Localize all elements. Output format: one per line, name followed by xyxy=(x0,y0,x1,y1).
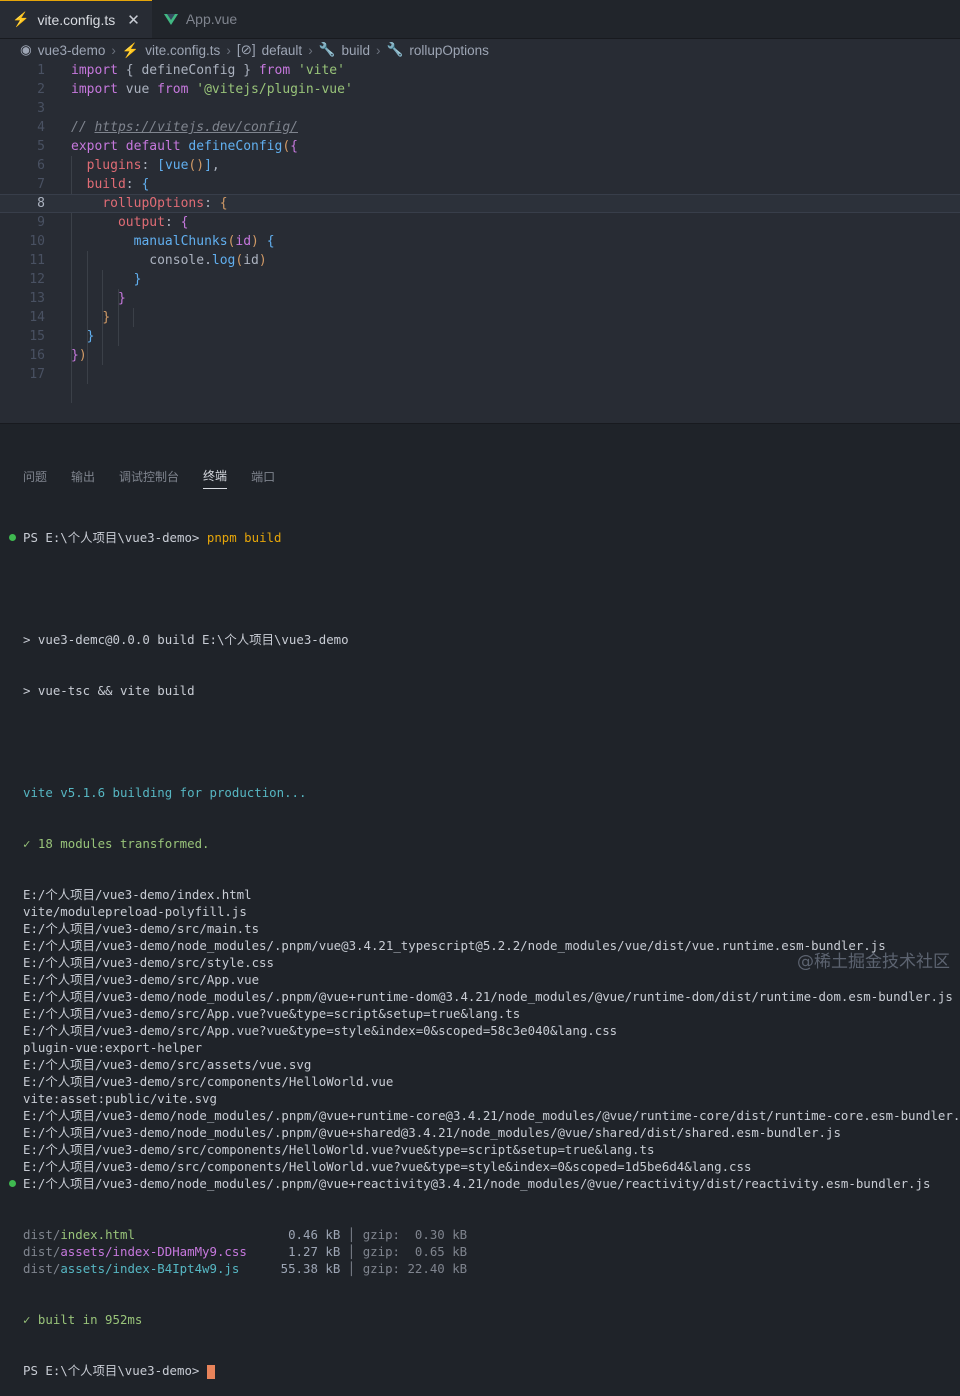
terminal-log-line: E:/个人项目/vue3-demo/node_modules/.pnpm/@vu… xyxy=(9,1175,960,1192)
vite-icon: ⚡ xyxy=(121,41,140,58)
tab-app-vue[interactable]: App.vue xyxy=(152,0,249,38)
tab-output[interactable]: 输出 xyxy=(71,464,95,489)
success-dot-icon xyxy=(9,534,16,541)
breadcrumb-item[interactable]: default xyxy=(262,43,303,58)
terminal-output[interactable]: PS E:\个人项目\vue3-demo> pnpm build > vue3-… xyxy=(0,495,960,1396)
code-line: 17 xyxy=(29,367,45,382)
tab-vite-config[interactable]: ⚡ vite.config.ts ✕ xyxy=(0,0,152,38)
build-log: E:/个人项目/vue3-demo/index.html vite/modulep… xyxy=(9,886,960,1192)
terminal-log-line: E:/个人项目/vue3-demo/node_modules/.pnpm/@vu… xyxy=(23,1108,960,1123)
chevron-right-icon: › xyxy=(308,42,313,58)
output-file-row: dist/assets/index-DDHamMy9.css 1.27 kB │ … xyxy=(23,1244,468,1259)
watermark: @稀土掘金技术社区 xyxy=(797,952,950,972)
tab-ports[interactable]: 端口 xyxy=(251,464,275,489)
terminal-log-line: E:/个人项目/vue3-demo/src/components/HelloWo… xyxy=(23,1074,394,1089)
terminal-log-line: E:/个人项目/vue3-demo/src/assets/vue.svg xyxy=(23,1057,312,1072)
terminal-log-line: plugin-vue:export-helper xyxy=(23,1040,203,1055)
terminal-prompt-line: PS E:\个人项目\vue3-demo> pnpm build xyxy=(9,529,960,546)
build-output-table: dist/index.html 0.46 kB │ gzip: 0.30 kB di… xyxy=(23,1226,960,1277)
code-line: 4// https://vitejs.dev/config/ xyxy=(37,120,298,135)
breadcrumb-item[interactable]: rollupOptions xyxy=(409,43,489,58)
terminal-log-line: E:/个人项目/vue3-demo/src/App.vue?vue&type=s… xyxy=(23,1023,618,1038)
terminal-line: ✓ 18 modules transformed. xyxy=(23,836,210,851)
code-line: 15 } xyxy=(29,329,95,344)
terminal-log-line: E:/个人项目/vue3-demo/src/components/HelloWo… xyxy=(23,1142,655,1157)
breadcrumb-item[interactable]: vue3-demo xyxy=(38,43,106,58)
code-line: 2 import vue from '@vitejs/plugin-vue' xyxy=(37,82,353,97)
terminal-line: > vue3-demc@0.0.0 build E:\个人项目\vue3-dem… xyxy=(23,632,349,647)
terminal-line: ✓ built in 952ms xyxy=(23,1312,143,1327)
terminal-log-line: E:/个人项目/vue3-demo/src/main.ts xyxy=(23,921,260,936)
wrench-icon: 🔧 xyxy=(318,42,336,57)
code-line: 11 console.log(id) xyxy=(29,253,267,268)
code-line-current: 8 rollupOptions: { xyxy=(0,194,960,213)
module-icon: [⊘] xyxy=(236,42,256,57)
code-line: 12 } xyxy=(29,272,142,287)
panel-divider xyxy=(0,423,960,457)
code-line: 7 build: { xyxy=(37,177,150,192)
tab-problems[interactable]: 问题 xyxy=(23,464,47,489)
code-line: 1 import { defineConfig } from 'vite' xyxy=(37,63,345,78)
output-file-row: dist/index.html 0.46 kB │ gzip: 0.30 kB xyxy=(23,1227,468,1242)
code-line: 14 } xyxy=(29,310,111,325)
output-file-row: dist/assets/index-B4Ipt4w9.js 55.38 kB │ … xyxy=(23,1261,468,1276)
tab-debug-console[interactable]: 调试控制台 xyxy=(119,464,179,489)
vite-icon: ⚡ xyxy=(12,11,30,27)
terminal-log-line: E:/个人项目/vue3-demo/src/App.vue?vue&type=s… xyxy=(23,1006,521,1021)
terminal-log-line: E:/个人项目/vue3-demo/index.html xyxy=(23,887,252,902)
tab-label: vite.config.ts xyxy=(37,11,116,28)
terminal-log-line: E:/个人项目/vue3-demo/node_modules/.pnpm/@vu… xyxy=(23,989,953,1004)
folder-icon: ◉ xyxy=(20,42,32,57)
code-line: 16}) xyxy=(29,348,87,363)
code-line: 5 export default defineConfig({ xyxy=(37,139,298,154)
wrench-icon: 🔧 xyxy=(386,42,404,57)
code-line: 6 plugins: [vue()], xyxy=(37,158,220,173)
tab-label: App.vue xyxy=(185,11,238,27)
chevron-right-icon: › xyxy=(376,42,381,58)
code-line: 10 manualChunks(id) { xyxy=(29,234,275,249)
tab-terminal[interactable]: 终端 xyxy=(203,463,228,489)
breadcrumb: ◉ vue3-demo › ⚡ vite.config.ts › [⊘] def… xyxy=(0,39,960,61)
close-icon[interactable]: ✕ xyxy=(127,11,140,29)
breadcrumb-item[interactable]: build xyxy=(342,43,371,58)
terminal-log-line: vite/modulepreload-polyfill.js xyxy=(23,904,247,919)
terminal-line: vite v5.1.6 building for production... xyxy=(23,785,307,800)
chevron-right-icon: › xyxy=(226,42,231,58)
terminal-command: pnpm build xyxy=(206,530,282,545)
terminal-cursor xyxy=(206,1364,215,1379)
success-dot-icon xyxy=(9,1180,16,1187)
editor-tab-bar: ⚡ vite.config.ts ✕ App.vue xyxy=(0,0,960,39)
code-line: 9 output: { xyxy=(37,215,189,230)
breadcrumb-item[interactable]: vite.config.ts xyxy=(145,43,220,58)
code-line: 13 } xyxy=(29,291,126,306)
terminal-line: > vue-tsc && vite build xyxy=(23,683,195,698)
terminal-log-line: E:/个人项目/vue3-demo/src/components/HelloWo… xyxy=(23,1159,752,1174)
vue-icon xyxy=(163,13,178,25)
terminal-log-line: E:/个人项目/vue3-demo/node_modules/.pnpm/@vu… xyxy=(23,1125,841,1140)
terminal-log-line: vite:asset:public/vite.svg xyxy=(23,1091,217,1106)
terminal-prompt-line: PS E:\个人项目\vue3-demo> xyxy=(23,1362,960,1379)
code-line: 3 xyxy=(37,101,45,116)
chevron-right-icon: › xyxy=(111,42,116,58)
code-editor[interactable]: 1 import { defineConfig } from 'vite' 2 im… xyxy=(0,61,960,423)
panel-tab-bar: 问题 输出 调试控制台 终端 端口 xyxy=(0,457,960,495)
